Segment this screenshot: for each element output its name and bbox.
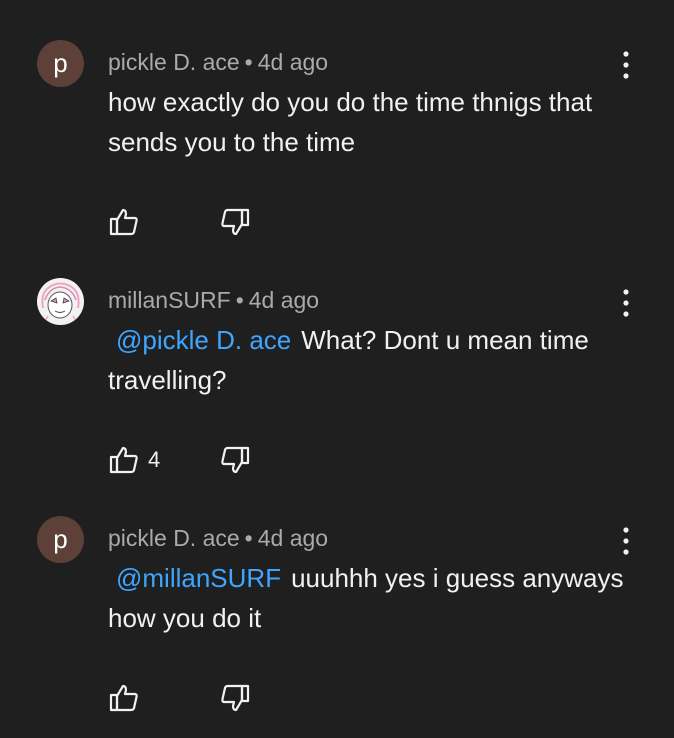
comment: p pickle D. ace • 4d ago @millanSURF uuuhhh… <box>0 500 674 738</box>
avatar[interactable]: p <box>37 40 84 87</box>
thumbs-down-icon <box>219 682 251 714</box>
more-vert-icon[interactable] <box>614 288 638 318</box>
thumbs-up-icon <box>108 206 140 238</box>
comment: p pickle D. ace • 4d ago how exactly do yo… <box>0 24 674 262</box>
comment-time[interactable]: 4d ago <box>258 525 328 551</box>
like-button[interactable]: 4 <box>108 444 160 476</box>
separator: • <box>244 49 253 75</box>
author-name[interactable]: pickle D. ace <box>108 525 240 551</box>
comment-header: pickle D. ace • 4d ago <box>108 49 328 76</box>
thumbs-down-icon <box>219 206 251 238</box>
like-count: 4 <box>148 447 161 472</box>
author-name[interactable]: millanSURF <box>108 287 231 313</box>
avatar[interactable] <box>37 278 84 325</box>
dislike-button[interactable] <box>219 444 251 476</box>
author-name[interactable]: pickle D. ace <box>108 49 240 75</box>
avatar[interactable]: p <box>37 516 84 563</box>
avatar-letter: p <box>53 524 68 554</box>
avatar-letter: p <box>53 48 68 78</box>
dislike-button[interactable] <box>219 682 251 714</box>
like-button[interactable] <box>108 682 148 714</box>
separator: • <box>244 525 253 551</box>
separator: • <box>235 287 244 313</box>
comment-time[interactable]: 4d ago <box>249 287 319 313</box>
comment-header: pickle D. ace • 4d ago <box>108 525 328 552</box>
mention-link[interactable]: @millanSURF <box>116 563 281 593</box>
more-vert-icon[interactable] <box>614 526 638 556</box>
thumbs-down-icon <box>219 444 251 476</box>
more-vert-icon[interactable] <box>614 50 638 80</box>
thumbs-up-icon <box>108 682 140 714</box>
comment-header: millanSURF • 4d ago <box>108 287 319 314</box>
comment-text: @pickle D. ace What? Dont u mean time tra… <box>108 320 648 400</box>
thumbs-up-icon <box>108 444 140 476</box>
dislike-button[interactable] <box>219 206 251 238</box>
comment-time[interactable]: 4d ago <box>258 49 328 75</box>
like-button[interactable] <box>108 206 148 238</box>
mention-link[interactable]: @pickle D. ace <box>116 325 291 355</box>
comment-text: how exactly do you do the time thnigs th… <box>108 87 593 157</box>
comment-text: @millanSURF uuuhhh yes i guess anyways ho… <box>108 558 648 638</box>
comment: millanSURF • 4d ago @pickle D. ace What? Do… <box>0 262 674 500</box>
avatar-drawing-icon <box>40 282 81 325</box>
